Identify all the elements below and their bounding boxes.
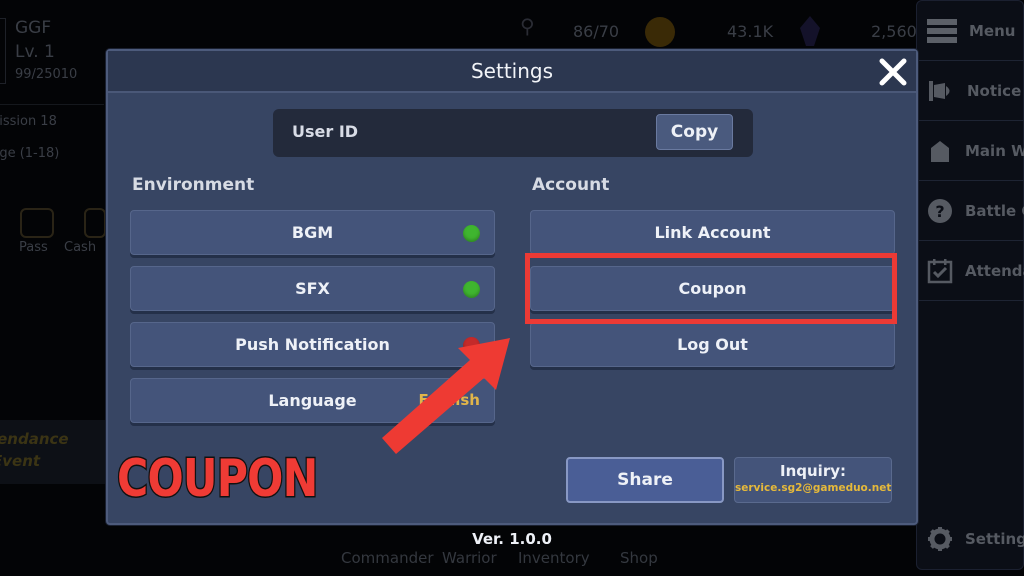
account-section-label: Account [532,175,610,195]
user-id-label: User ID [292,122,359,141]
side-menu-label: Battle G [965,201,1024,220]
player-portrait-frame [0,18,6,84]
stage-label: Stage (1-18) [0,146,60,161]
player-exp: 99/25010 [15,67,78,82]
copy-user-id-button[interactable]: Copy [656,114,733,150]
pass-icon[interactable] [20,208,54,238]
svg-text:?: ? [935,202,944,221]
pass-label: Pass [19,240,48,255]
sfx-label: SFX [295,279,330,298]
stamina-icon: ⚲ [520,14,535,38]
nav-shop[interactable]: Shop [620,549,658,567]
close-button[interactable] [876,55,910,89]
banner-line-1: Attendance [0,430,69,448]
mission-label: Mission 18 [0,114,57,129]
side-menu: Menu Notice Main W ? Battle G Attenda Se… [916,0,1024,570]
side-menu-item-battle[interactable]: ? Battle G [917,181,1024,241]
cash-icon[interactable] [84,208,106,238]
player-level: Lv. 1 [15,42,55,62]
nav-commander[interactable]: Commander [341,549,434,567]
side-menu-item-main[interactable]: Main W [917,121,1024,181]
side-menu-label: Main W [965,141,1024,160]
cash-label: Cash [64,240,97,255]
pointer-arrow-icon [382,338,510,454]
side-menu-item-notice[interactable]: Notice [917,61,1024,121]
coupon-overlay-title: COUPON [116,449,320,509]
menu-title: Menu [969,21,1016,40]
hamburger-icon [927,18,957,43]
sfx-toggle[interactable]: SFX [130,266,495,311]
bgm-status-dot [463,225,480,242]
close-icon [879,58,907,86]
side-menu-label: Attenda [965,261,1024,280]
bgm-toggle[interactable]: BGM [130,210,495,255]
calendar-check-icon [927,257,953,285]
gold-coin-icon [645,17,675,47]
question-icon: ? [927,197,953,225]
sfx-status-dot [463,281,480,298]
nav-warrior[interactable]: Warrior [442,549,497,567]
version-label: Ver. 1.0.0 [472,530,552,548]
log-out-button[interactable]: Log Out [530,322,895,367]
coupon-highlight-box [525,253,897,324]
language-label: Language [268,391,357,410]
inquiry-label: Inquiry: [780,462,846,480]
side-menu-label: Notice [967,81,1022,100]
side-menu-item-attendance[interactable]: Attenda [917,241,1024,301]
bgm-label: BGM [291,223,334,242]
castle-icon [927,137,953,165]
hud-divider [0,104,104,105]
environment-section-label: Environment [132,175,255,195]
dialog-header: Settings [108,51,916,93]
player-name: GGF [15,18,52,38]
inquiry-email: service.sg2@gameduo.net [735,482,892,494]
side-menu-header[interactable]: Menu [917,1,1024,61]
link-account-button[interactable]: Link Account [530,210,895,255]
banner-line-2: Event [0,452,41,470]
push-notification-label: Push Notification [235,335,390,354]
gold-value: 43.1K [727,22,774,41]
nav-inventory[interactable]: Inventory [518,549,590,567]
share-button[interactable]: Share [566,457,724,503]
gem-value: 2,560 [871,22,917,41]
user-id-bar: User ID Copy [273,109,753,157]
megaphone-icon [927,77,955,105]
inquiry-button[interactable]: Inquiry: service.sg2@gameduo.net [734,457,892,503]
stamina-value: 86/70 [573,22,620,41]
dialog-title: Settings [470,59,554,83]
